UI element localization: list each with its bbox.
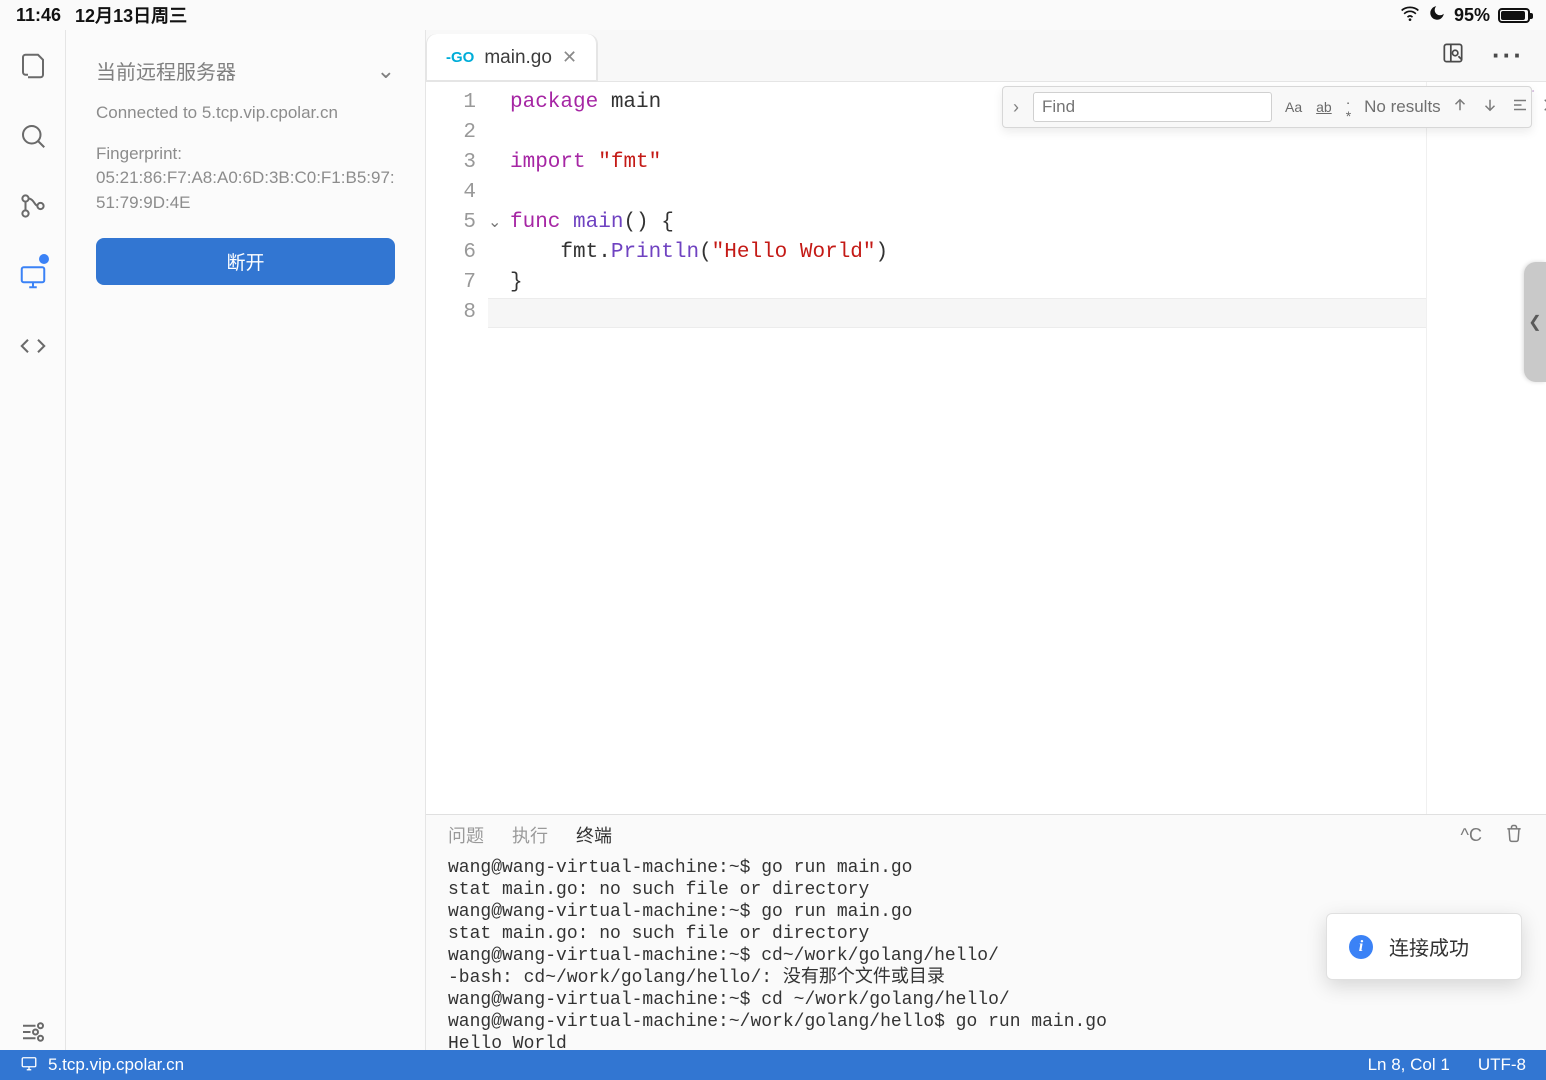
- panel-tab-run[interactable]: 执行: [512, 822, 548, 848]
- search-icon[interactable]: [15, 118, 51, 154]
- panel-tab-problems[interactable]: 问题: [448, 822, 484, 848]
- connection-toast: i 连接成功: [1326, 913, 1522, 980]
- connected-host: Connected to 5.tcp.vip.cpolar.cn: [96, 101, 395, 126]
- editor-tab-bar: -GO main.go ✕ ···: [426, 30, 1546, 82]
- more-actions-icon[interactable]: ···: [1492, 40, 1524, 71]
- trash-icon[interactable]: [1504, 823, 1524, 848]
- disconnect-button[interactable]: 断开: [96, 238, 395, 285]
- whole-word-toggle[interactable]: ab: [1313, 98, 1335, 116]
- ipad-status-bar: 11:46 12月13日周三 95%: [0, 0, 1546, 30]
- side-handle[interactable]: ❮: [1524, 262, 1546, 382]
- panel-tabs: 问题 执行 终端: [448, 822, 612, 848]
- tab-close-icon[interactable]: ✕: [562, 47, 577, 68]
- tab-main-go[interactable]: -GO main.go ✕: [426, 34, 598, 81]
- sidebar-toggle-icon[interactable]: [1440, 40, 1466, 71]
- date: 12月13日周三: [75, 2, 187, 28]
- find-widget: › Aa ab ․* No results: [1002, 86, 1532, 128]
- activity-bar: [0, 30, 66, 1050]
- kill-terminal-icon[interactable]: ^C: [1461, 825, 1482, 846]
- battery-icon: [1498, 8, 1530, 23]
- code-icon[interactable]: [15, 328, 51, 364]
- settings-icon[interactable]: [15, 1014, 51, 1050]
- find-results-label: No results: [1364, 97, 1441, 117]
- chevron-down-icon[interactable]: ⌄: [377, 58, 395, 84]
- fingerprint-label: Fingerprint:: [96, 144, 182, 163]
- tab-label: main.go: [484, 47, 552, 69]
- dnd-moon-icon: [1428, 4, 1446, 27]
- battery-percent: 95%: [1454, 5, 1490, 26]
- close-find-icon[interactable]: [1541, 96, 1546, 119]
- find-in-selection-icon[interactable]: [1511, 96, 1529, 119]
- status-bar: 5.tcp.vip.cpolar.cn Ln 8, Col 1 UTF-8: [0, 1050, 1546, 1080]
- source-control-icon[interactable]: [15, 188, 51, 224]
- sidebar-title: 当前远程服务器: [96, 56, 236, 85]
- fingerprint-value: 05:21:86:F7:A8:A0:6D:3B:C0:F1:B5:97:51:7…: [96, 168, 395, 212]
- remote-icon[interactable]: [15, 258, 51, 294]
- fingerprint-block: Fingerprint: 05:21:86:F7:A8:A0:6D:3B:C0:…: [96, 142, 395, 216]
- find-options: Aa ab ․*: [1282, 90, 1354, 125]
- toast-message: 连接成功: [1389, 932, 1469, 961]
- remote-sidebar: 当前远程服务器 ⌄ Connected to 5.tcp.vip.cpolar.…: [66, 30, 426, 1050]
- regex-toggle[interactable]: ․*: [1343, 90, 1354, 125]
- wifi-icon: [1400, 5, 1420, 26]
- prev-match-icon[interactable]: [1451, 96, 1469, 119]
- info-icon: i: [1349, 935, 1373, 959]
- status-encoding[interactable]: UTF-8: [1478, 1055, 1526, 1075]
- match-case-toggle[interactable]: Aa: [1282, 98, 1305, 116]
- next-match-icon[interactable]: [1481, 96, 1499, 119]
- clock: 11:46: [16, 5, 61, 26]
- panel-tab-terminal[interactable]: 终端: [576, 822, 612, 848]
- find-input[interactable]: [1033, 92, 1272, 122]
- status-cursor[interactable]: Ln 8, Col 1: [1368, 1055, 1450, 1075]
- remote-indicator-icon[interactable]: [20, 1054, 38, 1077]
- find-expand-icon[interactable]: ›: [1009, 97, 1023, 118]
- explorer-icon[interactable]: [15, 48, 51, 84]
- code-editor[interactable]: 12345678 ⌄ package main import "fmt" fun…: [426, 82, 1426, 814]
- status-host[interactable]: 5.tcp.vip.cpolar.cn: [48, 1055, 184, 1075]
- remote-active-dot-icon: [39, 254, 49, 264]
- minimap[interactable]: package main import "fmt" func main() { …: [1426, 82, 1546, 814]
- go-file-icon: -GO: [446, 49, 474, 66]
